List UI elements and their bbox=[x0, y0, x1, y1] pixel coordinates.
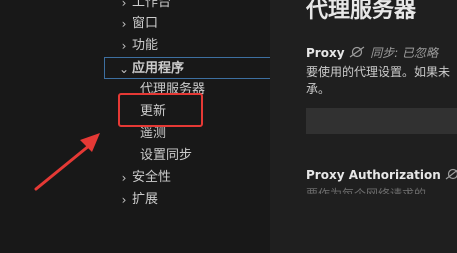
setting-description: 要使用的代理设置。如果未 bbox=[306, 65, 451, 79]
setting-title-proxy-authorization: Proxy Authorization bbox=[306, 168, 457, 182]
proxy-input[interactable] bbox=[306, 108, 457, 134]
setting-name: Proxy Authorization bbox=[306, 168, 441, 182]
setting-name: Proxy bbox=[306, 46, 345, 60]
sync-status: 同步: 已忽略 bbox=[370, 46, 439, 60]
setting-title-proxy: Proxy 同步: 已忽略 bbox=[306, 44, 438, 61]
setting-description: 要作为每个网络请求的 bbox=[306, 187, 427, 194]
sync-ignored-icon bbox=[445, 168, 457, 182]
settings-content: 代理服务器 Proxy 同步: 已忽略 要使用的代理设置。如果未 承。 Prox… bbox=[270, 0, 457, 253]
page-title: 代理服务器 bbox=[306, 0, 417, 23]
setting-description-cont: 承。 bbox=[306, 82, 331, 96]
sync-ignored-icon bbox=[348, 46, 370, 60]
